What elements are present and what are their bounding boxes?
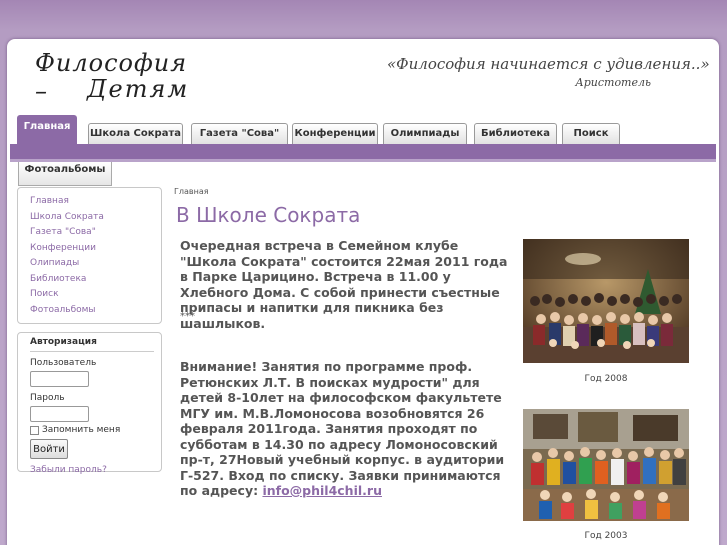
photo-2003[interactable]: Год 2003 xyxy=(523,409,689,541)
remember-me-label: Запомнить меня xyxy=(42,425,121,435)
password-input[interactable] xyxy=(30,406,89,422)
group-photo-2003[interactable] xyxy=(523,409,689,521)
sidebar-item-olympiads[interactable]: Олипиады xyxy=(30,256,161,272)
tab-socrates-school[interactable]: Школа Сократа xyxy=(88,123,183,144)
forgot-password-link[interactable]: Забыли пароль? xyxy=(30,465,161,475)
page-title: В Школе Сократа xyxy=(176,203,361,227)
email-link[interactable]: info@phil4chil.ru xyxy=(262,483,382,498)
remember-me-row: Запомнить меня xyxy=(30,424,161,436)
username-input[interactable] xyxy=(30,371,89,387)
nav-bar xyxy=(10,144,716,162)
tab-photo-albums[interactable]: Фотоальбомы xyxy=(18,162,112,186)
tab-library[interactable]: Библиотека xyxy=(474,123,557,144)
article-paragraph-1: Очередная встреча в Семейном клубе "Школ… xyxy=(180,238,508,331)
sidebar-item-search[interactable]: Поиск xyxy=(30,287,161,303)
tab-owl-newspaper[interactable]: Газета "Сова" xyxy=(191,123,288,144)
tab-home[interactable]: Главная xyxy=(17,115,77,144)
header-quote: «Философия начинается с удивления..» xyxy=(387,55,710,73)
username-label: Пользователь xyxy=(30,358,97,368)
sidebar-item-conferences[interactable]: Конференции xyxy=(30,241,161,257)
breadcrumb[interactable]: Главная xyxy=(174,187,209,196)
site-logo[interactable]: Философия – Детям xyxy=(35,49,205,105)
sidebar-menu: Главная Школа Сократа Газета "Сова" Конф… xyxy=(17,187,162,324)
login-panel: Авторизация Пользователь Пароль Запомнит… xyxy=(17,332,162,475)
page-container: Философия – Детям «Философия начинается … xyxy=(7,39,719,545)
tab-search[interactable]: Поиск xyxy=(562,123,620,144)
group-photo-2008[interactable] xyxy=(523,239,689,363)
password-label: Пароль xyxy=(30,393,65,403)
article-paragraph-2-text: Внимание! Занятия по программе проф. Рет… xyxy=(180,359,505,498)
remember-me-checkbox[interactable] xyxy=(30,425,39,435)
sidebar-item-home[interactable]: Главная xyxy=(30,194,161,210)
sidebar-item-socrates-school[interactable]: Школа Сократа xyxy=(30,210,161,226)
sidebar-item-owl-newspaper[interactable]: Газета "Сова" xyxy=(30,225,161,241)
tab-conferences[interactable]: Конференции xyxy=(292,123,378,144)
tab-olympiads[interactable]: Олимпиады xyxy=(383,123,467,144)
login-panel-title: Авторизация xyxy=(30,337,154,352)
photo-caption-2008: Год 2008 xyxy=(584,374,628,384)
quote-author: Аристотель xyxy=(575,76,651,89)
sidebar-item-library[interactable]: Библиотека xyxy=(30,272,161,288)
logo-text-line2: Детям xyxy=(87,75,190,103)
login-button[interactable]: Войти xyxy=(30,439,68,459)
sidebar-item-photo-albums[interactable]: Фотоальбомы xyxy=(30,303,161,319)
photo-2008[interactable]: Год 2008 xyxy=(523,239,689,384)
photo-caption-2003: Год 2003 xyxy=(584,531,628,541)
article-paragraph-2: Внимание! Занятия по программе проф. Рет… xyxy=(180,359,516,499)
separator-stars: *** xyxy=(180,311,195,322)
